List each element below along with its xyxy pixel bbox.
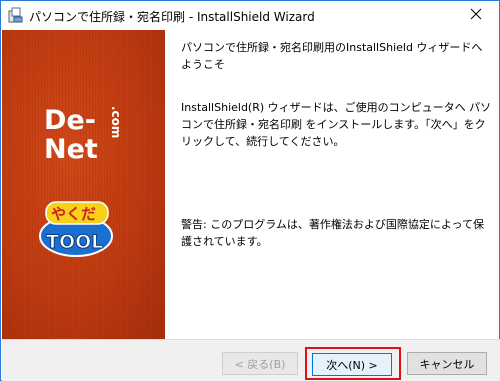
close-icon — [470, 8, 482, 23]
next-button[interactable]: 次へ(N) > — [312, 353, 392, 376]
button-bar: < 戻る(B) 次へ(N) > キャンセル — [2, 339, 500, 381]
svg-text:De-: De- — [44, 105, 96, 136]
title-bar: パソコンで住所録・宛名印刷 - InstallShield Wizard — [1, 1, 499, 30]
svg-text:.com: .com — [109, 106, 123, 138]
svg-text:Net: Net — [44, 134, 98, 162]
installer-window: パソコンで住所録・宛名印刷 - InstallShield Wizard De-… — [0, 0, 500, 381]
denet-logo: De- Net .com — [42, 102, 126, 165]
back-button[interactable]: < 戻る(B) — [222, 352, 298, 375]
yakuda-tool-logo: やくだ TOOL — [38, 200, 122, 265]
svg-text:やくだ: やくだ — [51, 205, 96, 223]
cancel-button[interactable]: キャンセル — [407, 352, 487, 375]
installer-icon — [7, 7, 24, 24]
window-title: パソコンで住所録・宛名印刷 - InstallShield Wizard — [29, 10, 315, 24]
copyright-warning: 警告: このプログラムは、著作権法および国際協定によって保護されています。 — [181, 218, 484, 248]
welcome-heading: パソコンで住所録・宛名印刷用のInstallShield ウィザードへようこそ — [181, 41, 483, 71]
side-banner: De- Net .com やくだ TOOL — [2, 30, 165, 339]
svg-text:TOOL: TOOL — [46, 231, 103, 253]
close-button[interactable] — [453, 1, 499, 30]
install-description: InstallShield(R) ウィザードは、ご使用のコンピュータへ パソコン… — [181, 101, 492, 148]
